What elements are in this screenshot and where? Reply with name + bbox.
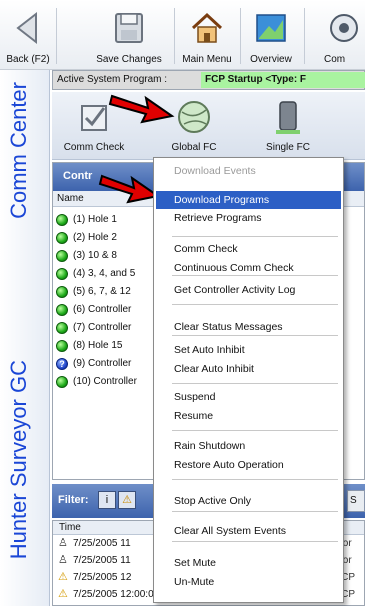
ok-status-icon — [56, 304, 68, 316]
menu-item-get-controller-activity-log[interactable]: Get Controller Activity Log — [156, 281, 341, 299]
event-time: 7/25/2005 11 — [73, 538, 131, 549]
menu-separator — [172, 304, 338, 305]
antenna-icon — [330, 14, 358, 42]
back-button[interactable]: Back (F2) — [2, 6, 54, 66]
controller-label: (3) 10 & 8 — [73, 250, 117, 261]
menu-item-clear-status-messages[interactable]: Clear Status Messages — [156, 318, 341, 336]
back-label: Back (F2) — [6, 54, 50, 65]
overview-label: Overview — [250, 54, 292, 65]
overview-button[interactable]: Overview — [242, 6, 300, 66]
sidebar: Comm Center Hunter Surveyor GC — [0, 70, 50, 606]
event-time: 7/25/2005 11 — [73, 555, 131, 566]
save-disk-icon — [115, 13, 143, 43]
menu-item-download-events: Download Events — [174, 165, 256, 177]
event-time: 7/25/2005 12 — [73, 572, 132, 583]
global-fc-label: Global FC — [171, 142, 217, 153]
active-program-label: Active System Program : — [57, 74, 168, 85]
controller-label: (9) Controller — [73, 358, 132, 369]
house-icon — [191, 12, 223, 43]
ok-status-icon — [56, 250, 68, 262]
toolbar-divider — [240, 8, 241, 64]
red-arrow-icon — [108, 94, 175, 124]
comm-label: Com — [324, 54, 346, 65]
menu-item-resume[interactable]: Resume — [156, 407, 341, 425]
controller-label: (1) Hole 1 — [73, 214, 117, 225]
controller-box-icon — [276, 101, 300, 134]
menu-item-comm-check[interactable]: Comm Check — [156, 240, 341, 258]
single-fc-label: Single FC — [266, 142, 310, 153]
controller-label: (5) 6, 7, & 12 — [73, 286, 131, 297]
menu-separator — [172, 236, 338, 237]
toolbar-divider — [56, 8, 57, 64]
ok-status-icon — [56, 286, 68, 298]
ok-status-icon — [56, 268, 68, 280]
sidebar-title-app: Hunter Surveyor GC — [6, 360, 31, 560]
active-program-bar: Active System Program : FCP Startup <Typ… — [52, 70, 365, 90]
menu-item-rain-shutdown[interactable]: Rain Shutdown — [156, 437, 341, 455]
comm-toolbar: Comm Check Global FC Single FC — [52, 92, 365, 160]
controller-label: (4) 3, 4, and 5 — [73, 268, 136, 279]
controller-label: (10) Controller — [73, 376, 137, 387]
person-icon: ♙ — [58, 537, 68, 549]
main-menu-button[interactable]: Main Menu — [176, 6, 238, 66]
info-filter-icon[interactable]: i — [98, 491, 116, 509]
menu-item-un-mute[interactable]: Un-Mute — [156, 573, 341, 591]
globe-icon — [178, 101, 210, 133]
menu-item-restore-auto-operation[interactable]: Restore Auto Operation — [156, 456, 341, 474]
sidebar-title-comm-center: Comm Center — [6, 82, 31, 219]
warning-icon: ⚠ — [58, 588, 68, 600]
menu-item-stop-active-only[interactable]: Stop Active Only — [156, 492, 341, 510]
ok-status-icon — [56, 376, 68, 388]
active-program-value: FCP Startup <Type: F — [201, 72, 365, 88]
menu-item-set-mute[interactable]: Set Mute — [156, 554, 341, 572]
comm-check-label: Comm Check — [63, 142, 125, 153]
menu-item-suspend[interactable]: Suspend — [156, 388, 341, 406]
menu-item-clear-auto-inhibit[interactable]: Clear Auto Inhibit — [156, 360, 341, 378]
filter-label: Filter: — [58, 494, 89, 506]
main-menu-label: Main Menu — [182, 54, 232, 65]
menu-separator — [172, 275, 338, 276]
toolbar-divider — [174, 8, 175, 64]
menu-separator — [172, 541, 338, 542]
global-fc-context-menu: Download Events Download Programs Retrieve… — [153, 157, 344, 603]
ok-status-icon — [56, 340, 68, 352]
controller-label: (8) Hole 15 — [73, 340, 123, 351]
controller-label: (2) Hole 2 — [73, 232, 117, 243]
menu-item-set-auto-inhibit[interactable]: Set Auto Inhibit — [156, 341, 341, 359]
single-fc-button[interactable]: Single FC — [248, 96, 328, 156]
main-toolbar: Back (F2) Save Changes Main Menu Overvie… — [0, 0, 365, 70]
map-overview-icon — [256, 14, 286, 42]
menu-item-clear-all-system-events[interactable]: Clear All System Events — [156, 522, 341, 540]
ok-status-icon — [56, 232, 68, 244]
ok-status-icon — [56, 214, 68, 226]
toolbar-divider — [304, 8, 305, 64]
ok-status-icon — [56, 322, 68, 334]
menu-item-retrieve-programs[interactable]: Retrieve Programs — [156, 209, 341, 227]
controller-label: (7) Controller — [73, 322, 132, 333]
save-changes-label: Save Changes — [96, 54, 162, 65]
comm-center-button[interactable]: Com — [316, 6, 365, 66]
red-arrow-icon — [98, 174, 160, 204]
person-icon: ♙ — [58, 554, 68, 566]
menu-separator — [172, 430, 338, 431]
menu-separator — [172, 383, 338, 384]
back-arrow-icon — [16, 11, 37, 45]
menu-separator — [172, 335, 338, 336]
warning-icon: ⚠ — [58, 571, 68, 583]
menu-separator — [172, 511, 338, 512]
menu-separator — [172, 479, 338, 480]
menu-item-download-programs[interactable]: Download Programs — [156, 191, 341, 209]
save-changes-button[interactable]: Save Changes — [88, 6, 170, 66]
warning-filter-icon[interactable]: ⚠ — [118, 491, 136, 509]
filter-side-button[interactable]: S — [347, 490, 365, 512]
question-status-icon: ? — [56, 358, 68, 370]
controller-label: (6) Controller — [73, 304, 132, 315]
